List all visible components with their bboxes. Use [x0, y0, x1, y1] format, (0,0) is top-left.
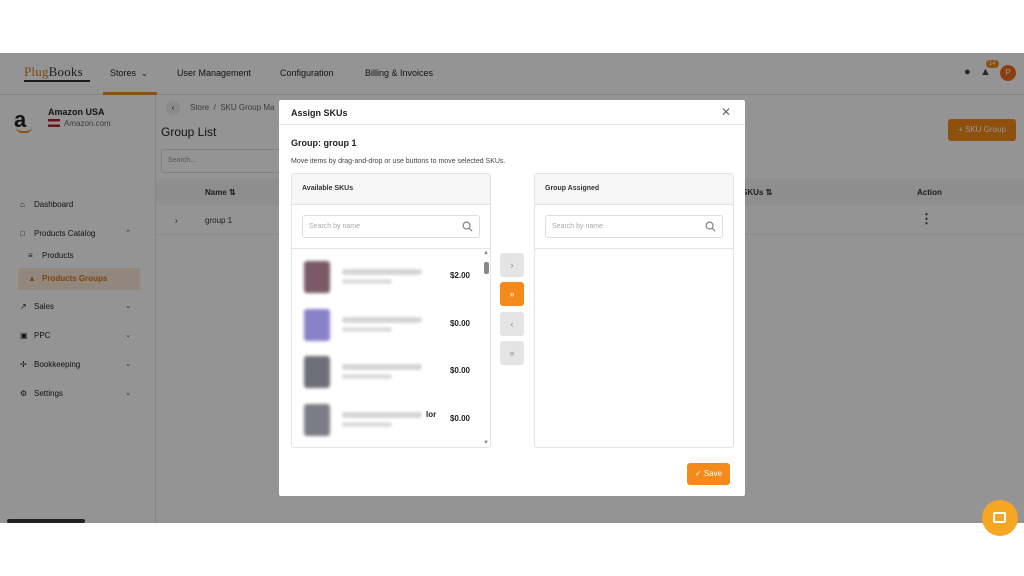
partial-product-text: lor	[426, 410, 437, 419]
list-item[interactable]: $2.00	[304, 257, 474, 297]
available-skus-panel: Available SKUs Search by name $2.00 $0.0…	[291, 173, 491, 448]
list-item[interactable]: lor $0.00	[304, 400, 474, 440]
product-thumbnail	[304, 309, 330, 341]
instructions-text: Move items by drag-and-drop or use butto…	[291, 158, 506, 165]
save-button-label: Save	[703, 469, 723, 478]
chat-icon	[993, 512, 1006, 523]
close-icon[interactable]: ✕	[721, 105, 731, 119]
move-selected-left-button[interactable]: ‹	[500, 312, 524, 336]
assigned-search-input[interactable]: Search by name	[545, 215, 723, 238]
product-thumbnail	[304, 356, 330, 388]
available-skus-title: Available SKUs	[302, 185, 354, 192]
panel-header: Available SKUs	[292, 174, 490, 205]
price-label: $0.00	[449, 319, 470, 328]
assign-skus-modal: Assign SKUs ✕ Group: group 1 Move items …	[279, 100, 745, 496]
product-thumbnail	[304, 261, 330, 293]
price-label: $0.00	[449, 366, 470, 375]
search-icon	[462, 221, 473, 232]
search-placeholder: Search by name	[552, 223, 603, 230]
price-label: $2.00	[449, 271, 470, 280]
search-placeholder: Search by name	[309, 223, 360, 230]
blurred-product-sku	[342, 279, 392, 284]
move-all-right-button[interactable]: »	[500, 282, 524, 306]
scroll-down-arrow-icon[interactable]: ▼	[483, 440, 489, 446]
scrollbar-thumb[interactable]	[484, 262, 489, 274]
chat-support-button[interactable]	[982, 500, 1018, 536]
available-search-input[interactable]: Search by name	[302, 215, 480, 238]
group-assigned-panel: Group Assigned Search by name	[534, 173, 734, 448]
move-all-left-button[interactable]: «	[500, 341, 524, 365]
product-thumbnail	[304, 404, 330, 436]
scroll-up-arrow-icon[interactable]: ▲	[483, 250, 489, 256]
blurred-product-name	[342, 317, 422, 323]
panel-divider	[292, 248, 490, 249]
group-label: Group: group 1	[291, 138, 357, 148]
panel-divider	[535, 248, 733, 249]
save-button[interactable]: ✓ Save	[687, 463, 730, 485]
panel-header: Group Assigned	[535, 174, 733, 205]
search-icon	[705, 221, 716, 232]
group-assigned-title: Group Assigned	[545, 185, 600, 192]
list-item[interactable]: $0.00	[304, 352, 474, 392]
blurred-product-name	[342, 364, 422, 370]
blurred-product-sku	[342, 327, 392, 332]
blurred-product-sku	[342, 422, 392, 427]
blurred-product-name	[342, 412, 422, 418]
horizontal-scrollbar[interactable]	[7, 519, 85, 523]
price-label: $0.00	[449, 414, 470, 423]
list-item[interactable]: $0.00	[304, 305, 474, 345]
blurred-product-name	[342, 269, 422, 275]
modal-header: Assign SKUs ✕	[279, 100, 745, 125]
modal-title: Assign SKUs	[291, 108, 348, 118]
move-selected-right-button[interactable]: ›	[500, 253, 524, 277]
blurred-product-sku	[342, 374, 392, 379]
vertical-scrollbar[interactable]: ▲ ▼	[482, 250, 490, 446]
app-window: PlugBooks Stores ⌄ User Management Config…	[0, 53, 1024, 523]
